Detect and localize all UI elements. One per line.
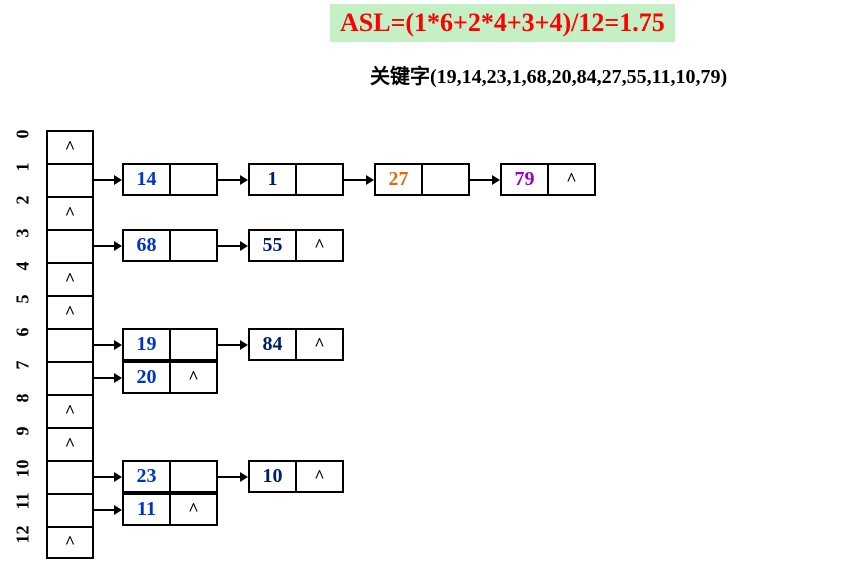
arrow-icon	[92, 335, 122, 355]
node-pointer	[171, 462, 216, 491]
bucket-cell: ^	[46, 526, 94, 559]
null-marker: ^	[314, 466, 324, 487]
node-pointer: ^	[297, 330, 342, 359]
bucket-cell	[46, 163, 94, 196]
keywords-values: (19,14,23,1,68,20,84,27,55,11,10,79)	[430, 66, 727, 88]
bucket-row: 0^	[0, 130, 598, 163]
list-node: 68	[122, 229, 218, 262]
null-marker: ^	[188, 367, 198, 388]
keywords-label: 关键字	[370, 66, 430, 88]
bucket-row: 1111 ^	[0, 493, 598, 526]
null-marker: ^	[65, 434, 75, 455]
node-pointer: ^	[297, 462, 342, 491]
node-pointer: ^	[297, 231, 342, 260]
list-node: 84 ^	[248, 328, 344, 361]
list-node: 23	[122, 460, 218, 493]
node-pointer	[297, 165, 342, 194]
node-pointer: ^	[171, 363, 216, 392]
node-value: 55	[250, 231, 297, 260]
arrow-icon	[470, 170, 500, 190]
asl-formula: ASL=(1*6+2*4+3+4)/12=1.75	[330, 4, 675, 42]
null-marker: ^	[65, 269, 75, 290]
list-node: 14	[122, 163, 218, 196]
node-value: 19	[124, 330, 171, 359]
bucket-row: 11412779^	[0, 163, 598, 196]
null-marker: ^	[188, 499, 198, 520]
list-node: 20 ^	[122, 361, 218, 394]
null-marker: ^	[65, 302, 75, 323]
node-pointer: ^	[549, 165, 594, 194]
bucket-cell	[46, 328, 94, 361]
list-node: 27	[374, 163, 470, 196]
bucket-cell	[46, 361, 94, 394]
node-value: 68	[124, 231, 171, 260]
bucket-row: 5^	[0, 295, 598, 328]
bucket-row: 10 23 10 ^	[0, 460, 598, 493]
arrow-icon	[218, 236, 248, 256]
node-pointer	[171, 165, 216, 194]
bucket-index: 12	[13, 520, 34, 566]
node-value: 10	[250, 462, 297, 491]
bucket-row: 4^	[0, 262, 598, 295]
list-node: 55 ^	[248, 229, 344, 262]
list-node: 10 ^	[248, 460, 344, 493]
bucket-cell	[46, 229, 94, 262]
node-value: 79	[502, 165, 549, 194]
bucket-cell: ^	[46, 130, 94, 163]
null-marker: ^	[65, 203, 75, 224]
bucket-row: 8^	[0, 394, 598, 427]
arrow-icon	[92, 236, 122, 256]
node-value: 20	[124, 363, 171, 392]
node-value: 84	[250, 330, 297, 359]
null-marker: ^	[65, 137, 75, 158]
bucket-cell: ^	[46, 394, 94, 427]
null-marker: ^	[566, 169, 576, 190]
node-value: 1	[250, 165, 297, 194]
list-node: 1	[248, 163, 344, 196]
bucket-cell: ^	[46, 196, 94, 229]
list-node: 11 ^	[122, 493, 218, 526]
list-node: 19	[122, 328, 218, 361]
arrow-icon	[92, 368, 122, 388]
node-pointer	[423, 165, 468, 194]
bucket-row: 36855^	[0, 229, 598, 262]
bucket-row: 720^	[0, 361, 598, 394]
arrow-icon	[218, 467, 248, 487]
arrow-icon	[92, 170, 122, 190]
bucket-row: 2^	[0, 196, 598, 229]
null-marker: ^	[65, 401, 75, 422]
arrow-icon	[218, 335, 248, 355]
node-pointer: ^	[171, 495, 216, 524]
node-value: 23	[124, 462, 171, 491]
bucket-row: 9^	[0, 427, 598, 460]
node-pointer	[171, 330, 216, 359]
keywords-line: 关键字(19,14,23,1,68,20,84,27,55,11,10,79)	[370, 60, 727, 89]
bucket-cell: ^	[46, 295, 94, 328]
list-node: 79 ^	[500, 163, 596, 196]
arrow-icon	[92, 467, 122, 487]
null-marker: ^	[314, 334, 324, 355]
null-marker: ^	[65, 532, 75, 553]
hash-table-diagram: 0^11412779^2^36855^4^5^61984^720^8^9^102…	[0, 130, 598, 559]
node-value: 11	[124, 495, 171, 524]
null-marker: ^	[314, 235, 324, 256]
arrow-icon	[344, 170, 374, 190]
node-pointer	[171, 231, 216, 260]
bucket-cell	[46, 493, 94, 526]
node-value: 14	[124, 165, 171, 194]
bucket-cell: ^	[46, 262, 94, 295]
node-value: 27	[376, 165, 423, 194]
bucket-cell	[46, 460, 94, 493]
bucket-row: 61984^	[0, 328, 598, 361]
bucket-cell: ^	[46, 427, 94, 460]
arrow-icon	[92, 500, 122, 520]
bucket-row: 12^	[0, 526, 598, 559]
arrow-icon	[218, 170, 248, 190]
